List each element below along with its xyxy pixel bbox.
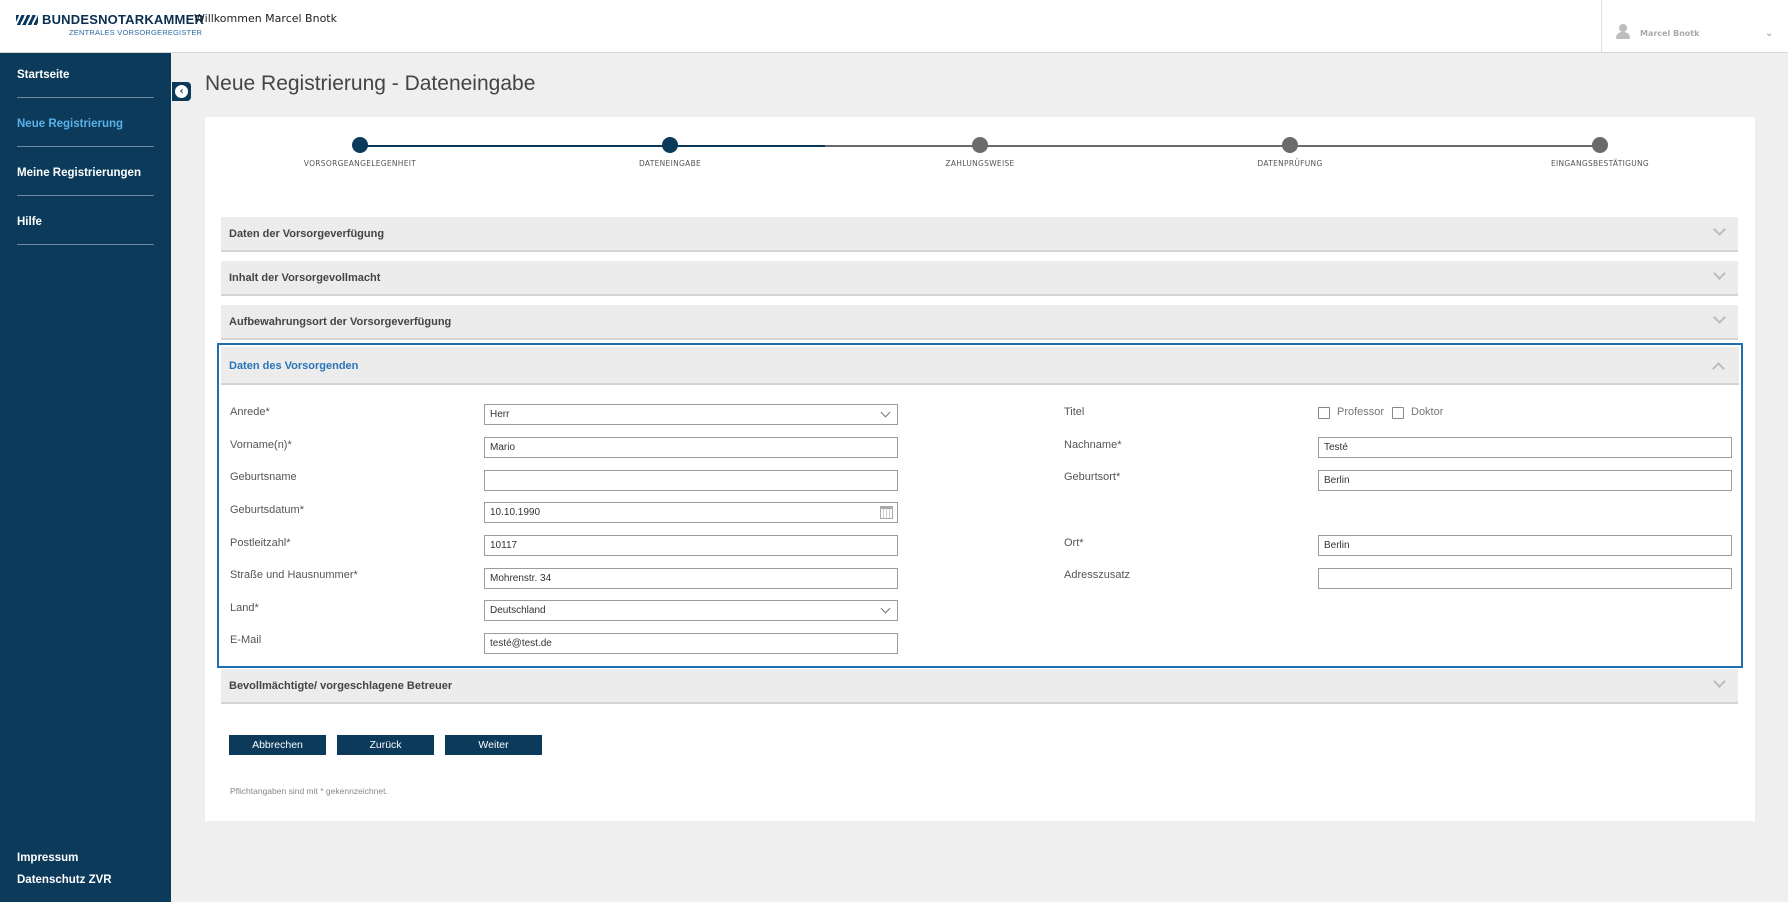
chevron-down-icon (1713, 677, 1724, 688)
stepper-line-done (360, 145, 825, 147)
footer-link-impressum[interactable]: Impressum (17, 852, 78, 864)
strasse-label: Straße und Hausnummer* (230, 569, 358, 581)
doktor-checkbox[interactable] (1392, 407, 1404, 419)
chevron-down-icon (880, 407, 891, 418)
ort-input[interactable]: Berlin (1318, 535, 1732, 556)
nachname-label: Nachname* (1064, 439, 1122, 451)
vorname-label: Vorname(n)* (230, 439, 292, 451)
section-title: Daten der Vorsorgeverfügung (229, 228, 385, 240)
step-dot-5 (1592, 137, 1608, 153)
plz-input[interactable]: 10117 (484, 535, 898, 556)
step-dot-2 (662, 137, 678, 153)
section-aufbewahrungsort[interactable]: Aufbewahrungsort der Vorsorgeverfügung (221, 305, 1738, 340)
step-dot-4 (1282, 137, 1298, 153)
doktor-label: Doktor (1411, 406, 1444, 418)
professor-checkbox[interactable] (1318, 407, 1330, 419)
main-card: VORSORGEANGELEGENHEIT DATENEINGABE ZAHLU… (205, 117, 1755, 821)
strasse-input[interactable]: Mohrenstr. 34 (484, 568, 898, 589)
anrede-select[interactable]: Herr (484, 404, 898, 425)
section-header[interactable]: Daten des Vorsorgenden (221, 347, 1739, 385)
geburtsdatum-label: Geburtsdatum* (230, 504, 304, 516)
stepper-line-pending (825, 145, 1600, 147)
chevron-left-icon: ‹ (175, 85, 188, 98)
email-input[interactable]: testé@test.de (484, 633, 898, 654)
step-label-1: VORSORGEANGELEGENHEIT (303, 159, 417, 168)
geburtsname-label: Geburtsname (230, 471, 297, 483)
user-menu[interactable]: Marcel Bnotk ⌄ (1601, 0, 1788, 53)
anrede-value: Herr (490, 409, 510, 420)
sidebar-item-startseite[interactable]: Startseite (17, 69, 154, 98)
back-button[interactable]: Zurück (337, 735, 434, 755)
nachname-input[interactable]: Testé (1318, 437, 1732, 458)
calendar-icon[interactable] (880, 506, 893, 519)
section-vorsorgender-open: Daten des Vorsorgenden Anrede* Herr Vorn… (217, 343, 1743, 668)
email-label: E-Mail (230, 634, 262, 646)
step-label-3: ZAHLUNGSWEISE (945, 159, 1015, 168)
chevron-up-icon (1712, 359, 1723, 370)
page-title: Neue Registrierung - Dateneingabe (205, 72, 536, 95)
chevron-down-icon (1713, 269, 1724, 280)
brand-subtitle: ZENTRALES VORSORGEREGISTER (69, 28, 203, 37)
brand-logo[interactable]: BUNDESNOTARKAMMER ZENTRALES VORSORGEREGI… (16, 12, 204, 37)
section-title: Bevollmächtigte/ vorgeschlagene Betreuer (229, 680, 453, 692)
professor-label: Professor (1337, 406, 1385, 418)
section-vorsorgeverfuegung[interactable]: Daten der Vorsorgeverfügung (221, 217, 1738, 252)
vorname-input[interactable]: Mario (484, 437, 898, 458)
section-title: Daten des Vorsorgenden (229, 360, 359, 372)
geburtsdatum-value: 10.10.1990 (490, 507, 541, 518)
geburtsort-input[interactable]: Berlin (1318, 470, 1732, 491)
geburtsort-label: Geburtsort* (1064, 471, 1121, 483)
next-button[interactable]: Weiter (445, 735, 542, 755)
geburtsdatum-input[interactable]: 10.10.1990 (484, 502, 898, 523)
step-label-2: DATENEINGABE (638, 159, 702, 168)
land-select[interactable]: Deutschland (484, 600, 898, 621)
sidebar-collapse-button[interactable]: ‹ (172, 82, 191, 101)
welcome-text: Willkommen Marcel Bnotk (194, 12, 337, 25)
chevron-down-icon (1713, 225, 1724, 236)
sidebar: Startseite Neue Registrierung Meine Regi… (0, 53, 171, 902)
sidebar-item-meine-registrierungen[interactable]: Meine Registrierungen (17, 167, 154, 196)
top-header: BUNDESNOTARKAMMER ZENTRALES VORSORGEREGI… (0, 0, 1788, 53)
logo-stripes-icon (16, 14, 38, 25)
titel-label: Titel (1064, 406, 1085, 418)
anrede-label: Anrede* (230, 406, 270, 418)
required-fields-note: Pflichtangaben sind mit * gekennzeichnet… (230, 786, 388, 796)
section-title: Inhalt der Vorsorgevollmacht (229, 272, 381, 284)
ort-label: Ort* (1064, 537, 1084, 549)
chevron-down-icon: ⌄ (1765, 28, 1774, 39)
sidebar-item-neue-registrierung[interactable]: Neue Registrierung (17, 118, 154, 147)
user-icon (1616, 24, 1630, 40)
section-vorsorgevollmacht[interactable]: Inhalt der Vorsorgevollmacht (221, 261, 1738, 296)
section-bevollmaechtigte[interactable]: Bevollmächtigte/ vorgeschlagene Betreuer (221, 669, 1738, 704)
step-label-5: EINGANGSBESTÄTIGUNG (1550, 159, 1650, 168)
land-label: Land* (230, 602, 259, 614)
brand-name: BUNDESNOTARKAMMER (42, 12, 205, 27)
step-dot-1 (352, 137, 368, 153)
geburtsname-input[interactable] (484, 470, 898, 491)
section-title: Aufbewahrungsort der Vorsorgeverfügung (229, 316, 452, 328)
step-label-4: DATENPRÜFUNG (1257, 159, 1323, 168)
plz-label: Postleitzahl* (230, 537, 291, 549)
adresszusatz-input[interactable] (1318, 568, 1732, 589)
land-value: Deutschland (490, 605, 546, 616)
footer-link-datenschutz[interactable]: Datenschutz ZVR (17, 874, 112, 886)
step-dot-3 (972, 137, 988, 153)
sidebar-item-hilfe[interactable]: Hilfe (17, 216, 154, 245)
cancel-button[interactable]: Abbrechen (229, 735, 326, 755)
chevron-down-icon (880, 603, 891, 614)
chevron-down-icon (1713, 313, 1724, 324)
user-name: Marcel Bnotk (1640, 29, 1700, 38)
adresszusatz-label: Adresszusatz (1064, 569, 1131, 581)
